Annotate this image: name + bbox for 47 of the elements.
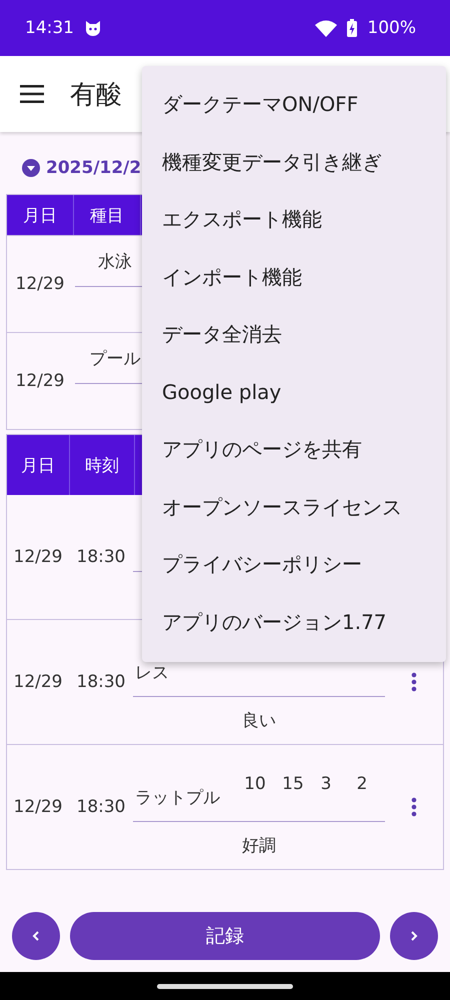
menu-item[interactable]: アプリのページを共有 [142, 421, 446, 478]
more-icon[interactable] [411, 797, 417, 817]
date-cell: 12/29 [14, 672, 62, 692]
menu-item[interactable]: オープンソースライセンス [142, 478, 446, 536]
exercise-cell: ラットプル [135, 788, 220, 808]
menu-item[interactable]: エクスポート機能 [142, 191, 446, 248]
date-selector[interactable]: 2025/12/2 [46, 158, 142, 178]
next-button[interactable] [390, 912, 438, 960]
record-button[interactable]: 記録 [70, 912, 380, 960]
menu-icon[interactable] [20, 85, 44, 103]
column-header: 月日 [7, 195, 74, 235]
app-title: 有酸 [70, 78, 122, 112]
dropdown-icon[interactable] [22, 159, 40, 177]
note-cell-text: 良い [242, 710, 276, 732]
exercise-cell-text: 水泳 [98, 251, 132, 274]
date-cell: 12/29 [16, 274, 64, 294]
menu-item[interactable]: プライバシーポリシー [142, 536, 446, 594]
battery-level: 100% [367, 18, 416, 38]
value-cell-text: 15 [281, 774, 305, 794]
value-cell-text: 10 [243, 774, 267, 794]
battery-charging-icon [347, 19, 358, 37]
value-cell-text: 3 [320, 774, 332, 794]
menu-item[interactable]: ダークテーマON/OFF [142, 76, 446, 134]
exercise-cell-text: プール [90, 348, 140, 371]
time-cell: 18:30 [76, 672, 126, 692]
menu-item[interactable]: アプリのバージョン1.77 [142, 594, 446, 651]
time-cell: 18:30 [76, 547, 126, 567]
home-handle[interactable] [157, 984, 293, 988]
column-header: 種目 [74, 195, 141, 235]
wifi-icon [315, 20, 338, 36]
column-header: 月日 [7, 435, 70, 495]
time-cell: 18:30 [76, 797, 126, 817]
previous-button[interactable] [12, 912, 60, 960]
date-cell: 12/29 [16, 371, 64, 391]
note-cell-text: 好調 [242, 835, 276, 857]
date-cell: 12/29 [14, 797, 62, 817]
cat-face-icon [84, 19, 102, 37]
value-cell-text: 2 [356, 774, 368, 794]
date-cell: 12/29 [14, 547, 62, 567]
exercise-cell: レス [135, 663, 169, 683]
menu-item[interactable]: Google play [142, 364, 446, 421]
menu-item[interactable]: インポート機能 [142, 248, 446, 306]
more-icon[interactable] [411, 672, 417, 692]
column-header: 時刻 [70, 435, 135, 495]
menu-item[interactable]: 機種変更データ引き継ぎ [142, 134, 446, 191]
status-time: 14:31 [25, 18, 74, 38]
menu-item[interactable]: データ全消去 [142, 306, 446, 364]
